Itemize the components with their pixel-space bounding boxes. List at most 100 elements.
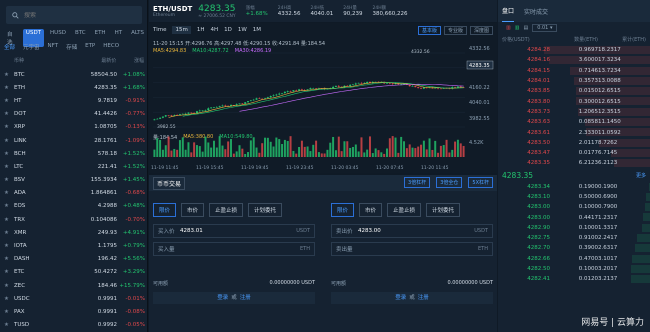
leverage-link[interactable]: 3倍全仓	[436, 177, 463, 188]
market-row[interactable]: ★ XMR 249.93 +4.91%	[0, 226, 148, 239]
order-type-tab[interactable]: 计划委托	[426, 203, 461, 217]
order-row[interactable]: 4282.70 0.3900 2.6317	[498, 243, 650, 253]
book-tab[interactable]: 实时成交	[524, 7, 548, 22]
order-row[interactable]: 4283.50 2.0117 8.7262	[498, 138, 650, 148]
market-row[interactable]: ★ TRX 0.104086 -0.70%	[0, 213, 148, 226]
login-link[interactable]: 登录	[395, 295, 406, 301]
star-icon[interactable]: ★	[4, 190, 14, 196]
book-mode-icon[interactable]: ▥	[515, 25, 520, 31]
pair-name[interactable]: ETH/USDT	[153, 5, 192, 13]
market-row[interactable]: ★ ADA 1.864861 -0.68%	[0, 187, 148, 200]
interval-4H[interactable]: 4H	[210, 27, 218, 33]
chart-view-button[interactable]: 基本版	[417, 26, 441, 35]
category-tab[interactable]: 全部	[4, 43, 15, 51]
amount-input[interactable]: 买入量 ETH	[153, 242, 315, 256]
interval-1D[interactable]: 1D	[224, 27, 232, 33]
star-icon[interactable]: ★	[4, 230, 14, 236]
interval-15m[interactable]: 15m	[172, 26, 191, 34]
star-icon[interactable]: ★	[4, 322, 14, 328]
market-row[interactable]: ★ BSV 155.3934 +1.45%	[0, 174, 148, 187]
order-type-tab[interactable]: 限价	[331, 203, 355, 217]
market-row[interactable]: ★ DASH 196.42 +5.56%	[0, 253, 148, 266]
coin-header[interactable]: 币种	[4, 57, 64, 64]
category-tab[interactable]: HECO	[103, 43, 119, 51]
order-row[interactable]: 4283.34 0.1900 0.1900	[498, 182, 650, 192]
change-header[interactable]: 涨幅	[116, 57, 144, 64]
order-row[interactable]: 4283.63 0.0858 11.1450	[498, 117, 650, 127]
star-icon[interactable]: ★	[4, 124, 14, 130]
order-row[interactable]: 4283.10 0.5000 0.6900	[498, 192, 650, 202]
market-row[interactable]: ★ HT 9.7819 -0.91%	[0, 94, 148, 107]
order-type-tab[interactable]: 市价	[359, 203, 383, 217]
order-type-tab[interactable]: 限价	[153, 203, 177, 217]
order-row[interactable]: 4282.90 0.1000 1.3317	[498, 223, 650, 233]
order-row[interactable]: 4283.00 0.1000 0.7900	[498, 202, 650, 212]
star-icon[interactable]: ★	[4, 309, 14, 315]
star-icon[interactable]: ★	[4, 111, 14, 117]
star-icon[interactable]: ★	[4, 164, 14, 170]
order-row[interactable]: 4283.35 6.2123 6.2123	[498, 158, 650, 168]
interval-1H[interactable]: 1H	[197, 27, 205, 33]
order-row[interactable]: 4283.00 0.4417 1.2317	[498, 212, 650, 222]
market-row[interactable]: ★ IOTA 1.1795 +0.79%	[0, 239, 148, 252]
market-row[interactable]: ★ BCH 578.18 +1.52%	[0, 147, 148, 160]
price-value[interactable]: 4283.00	[358, 228, 474, 234]
market-row[interactable]: ★ PAX 0.9991 -0.08%	[0, 305, 148, 318]
book-mode-icon[interactable]: ▥	[506, 25, 511, 31]
order-type-tab[interactable]: 计划委托	[248, 203, 283, 217]
market-row[interactable]: ★ LINK 28.1761 -1.09%	[0, 134, 148, 147]
register-link[interactable]: 注册	[418, 295, 429, 301]
market-row[interactable]: ★ TUSD 0.9992 -0.05%	[0, 319, 148, 332]
interval-1M[interactable]: 1M	[253, 27, 261, 33]
spot-trade-tab[interactable]: 币币交易	[153, 176, 186, 190]
register-link[interactable]: 注册	[240, 295, 251, 301]
order-row[interactable]: 4282.75 0.9100 2.2417	[498, 233, 650, 243]
search-box[interactable]	[6, 6, 142, 24]
order-row[interactable]: 4282.41 0.0120 3.2137	[498, 274, 650, 284]
star-icon[interactable]: ★	[4, 296, 14, 302]
price-value[interactable]: 4283.01	[180, 228, 296, 234]
more-link[interactable]: 更多	[636, 172, 646, 179]
star-icon[interactable]: ★	[4, 256, 14, 262]
star-icon[interactable]: ★	[4, 203, 14, 209]
category-tab[interactable]: 存储	[66, 43, 77, 51]
category-tab[interactable]: 元宇宙	[23, 43, 40, 51]
star-icon[interactable]: ★	[4, 217, 14, 223]
chart-view-button[interactable]: 专业版	[443, 26, 467, 35]
category-tab[interactable]: ETP	[85, 43, 95, 51]
order-row[interactable]: 4284.28 0.9697 18.2317	[498, 45, 650, 55]
star-icon[interactable]: ★	[4, 138, 14, 144]
order-row[interactable]: 4282.50 0.1000 3.2017	[498, 264, 650, 274]
order-type-tab[interactable]: 市价	[181, 203, 205, 217]
book-mode-icon[interactable]: ▤	[523, 25, 528, 31]
order-row[interactable]: 4283.47 0.0177 6.7145	[498, 148, 650, 158]
order-row[interactable]: 4284.16 3.6000 17.3234	[498, 55, 650, 65]
order-row[interactable]: 4282.66 0.4700 3.1017	[498, 254, 650, 264]
market-row[interactable]: ★ EOS 4.2988 +0.48%	[0, 200, 148, 213]
order-row[interactable]: 4283.73 1.2065 12.3515	[498, 107, 650, 117]
order-row[interactable]: 4283.80 0.3000 12.6515	[498, 96, 650, 106]
chart-view-button[interactable]: 深度图	[469, 26, 493, 35]
market-row[interactable]: ★ ETH 4283.35 +1.68%	[0, 81, 148, 94]
star-icon[interactable]: ★	[4, 283, 14, 289]
star-icon[interactable]: ★	[4, 85, 14, 91]
market-row[interactable]: ★ BTC 58504.50 +1.08%	[0, 68, 148, 81]
search-input[interactable]	[24, 11, 124, 19]
order-type-tab[interactable]: 止盈止损	[209, 203, 244, 217]
order-row[interactable]: 4284.15 0.7146 13.7234	[498, 66, 650, 76]
interval-1W[interactable]: 1W	[238, 27, 247, 33]
market-row[interactable]: ★ LTC 221.41 +1.52%	[0, 160, 148, 173]
leverage-link[interactable]: 5X杠杆	[468, 177, 493, 188]
star-icon[interactable]: ★	[4, 177, 14, 183]
quote-tab[interactable]: ALTS	[128, 29, 147, 47]
category-tab[interactable]: NFT	[48, 43, 59, 51]
login-link[interactable]: 登录	[217, 295, 228, 301]
market-row[interactable]: ★ DOT 41.4426 -0.77%	[0, 108, 148, 121]
order-row[interactable]: 4284.01 0.3573 13.0088	[498, 76, 650, 86]
order-row[interactable]: 4283.61 2.3330 11.0592	[498, 127, 650, 137]
interval-Time[interactable]: Time	[153, 27, 166, 33]
precision-select[interactable]: 0.01 ▾	[532, 24, 558, 32]
price-input[interactable]: 买入价 4283.01 USDT	[153, 224, 315, 238]
kline-chart[interactable]: Time 15m 1H 4H 1D 1W 1M 基本版 专业版 深度图 11-20 15:15 …	[149, 23, 497, 173]
market-row[interactable]: ★ ZEC 184.46 +15.79%	[0, 279, 148, 292]
